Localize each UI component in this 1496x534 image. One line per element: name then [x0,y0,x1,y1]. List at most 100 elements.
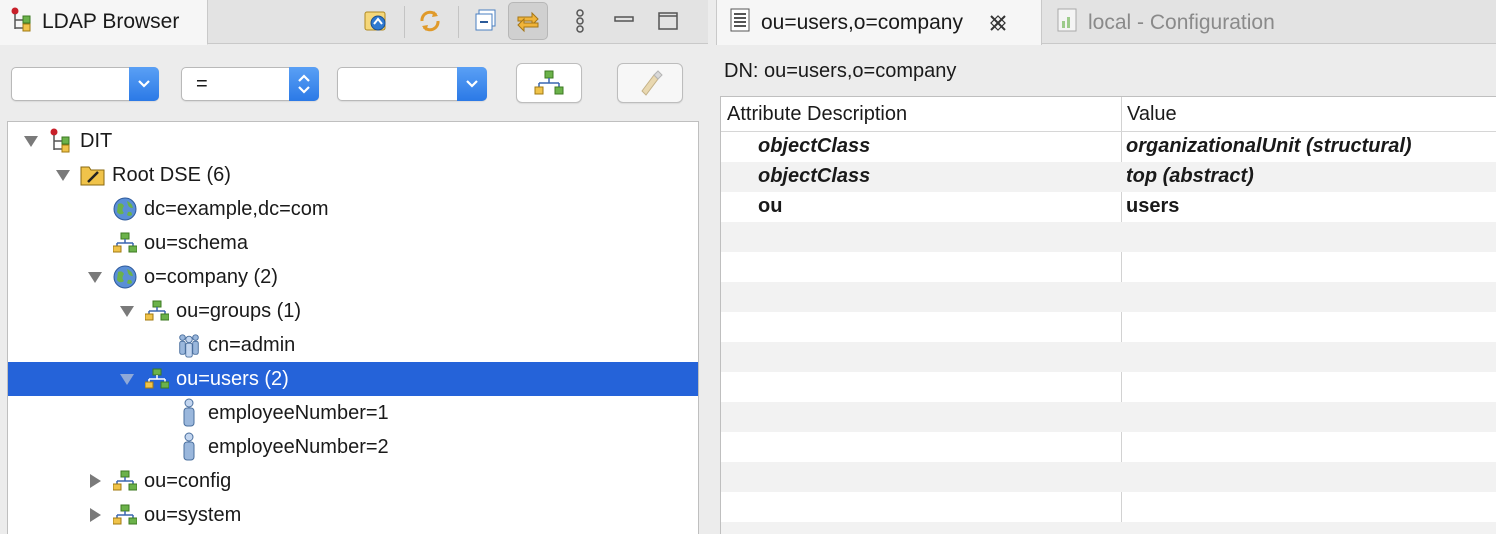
table-row[interactable]: objectClass top (abstract) [721,162,1496,192]
search-tree-icon [534,70,564,95]
twisty-collapsed-icon [86,506,104,524]
ldap-browser-icon [10,7,34,38]
empty-row [721,222,1496,252]
operator-combo[interactable]: = [181,67,319,101]
org-unit-icon [112,502,138,528]
tree-item-dc-example[interactable]: dc=example,dc=com [8,192,698,226]
back-to-parent-button[interactable] [356,2,396,40]
tree-item-ou-config[interactable]: ou=config [8,464,698,498]
refresh-button[interactable] [410,2,450,40]
tree-item-dit[interactable]: DIT [8,124,698,158]
collapse-all-icon [475,9,496,31]
tree-item-label: DIT [80,129,113,152]
empty-row [721,282,1496,312]
tab-entry-editor-label: ou=users,o=company [761,10,963,34]
empty-row [721,252,1496,282]
tree-item-ou-groups[interactable]: ou=groups (1) [8,294,698,328]
attribute-combo[interactable] [11,67,159,101]
tab-local-configuration[interactable]: local - Configuration [1044,0,1344,45]
empty-row [721,342,1496,372]
tree-item-root-dse[interactable]: Root DSE (6) [8,158,698,192]
tree-item-ou-system[interactable]: ou=system [8,498,698,532]
empty-row [721,432,1496,462]
tab-ldap-browser[interactable]: LDAP Browser [0,0,208,45]
tree-item-o-company[interactable]: o=company (2) [8,260,698,294]
maximize-button[interactable] [648,2,688,40]
tree-item-cn-admin[interactable]: cn=admin [8,328,698,362]
refresh-icon [420,10,440,32]
tree-item-label: ou=system [144,503,242,526]
globe-icon [112,264,138,290]
empty-row [721,402,1496,432]
dn-label: DN: ou=users,o=company [724,60,957,82]
tree-item-label: ou=config [144,469,232,492]
operator-combo-value: = [196,73,208,95]
empty-row [721,462,1496,492]
table-row[interactable]: ou users [721,192,1496,222]
maximize-icon [658,12,678,30]
tab-entry-editor[interactable]: ou=users,o=company [716,0,1042,45]
twisty-expanded-icon [22,132,40,150]
left-tab-bar: LDAP Browser [0,0,708,45]
more-vertical-icon [576,9,584,33]
clear-icon [641,70,663,96]
attributes-table[interactable]: Attribute Description Value objectClass … [720,96,1496,534]
root-dse-icon [80,162,106,188]
tree-item-label: ou=groups (1) [176,299,302,322]
attribute-name: objectClass [758,165,871,187]
chevron-up-down-icon [289,67,319,101]
person-icon [176,432,202,461]
org-unit-icon [112,230,138,256]
tree-item-label: employeeNumber=2 [208,435,389,458]
globe-icon [112,196,138,222]
close-icon[interactable] [987,12,1009,34]
attribute-value: organizationalUnit (structural) [1126,135,1412,157]
tree-item-label: employeeNumber=1 [208,401,389,424]
pane-splitter[interactable] [708,0,716,534]
dit-tree[interactable]: DIT Root DSE (6) dc=example,dc=com ou=sc… [7,121,699,534]
ldap-browser-view: LDAP Browser = DIT Root DSE (6) dc=examp… [0,0,708,534]
attribute-value: top (abstract) [1126,165,1254,187]
table-row[interactable]: objectClass organizationalUnit (structur… [721,132,1496,162]
entry-editor: ou=users,o=company local - Configuration… [716,0,1496,534]
attribute-name: objectClass [758,135,871,157]
editor-tab-bar: ou=users,o=company local - Configuration [716,0,1496,45]
person-icon [176,398,202,427]
dit-icon [48,128,74,154]
config-icon [1056,7,1078,39]
twisty-expanded-icon [118,370,136,388]
view-menu-button[interactable] [560,2,600,40]
minimize-icon [614,16,634,22]
table-header: Attribute Description Value [721,97,1496,132]
tree-item-label: ou=schema [144,231,248,254]
org-unit-icon [144,366,170,392]
empty-row [721,492,1496,522]
twisty-expanded-icon [118,302,136,320]
value-combo[interactable] [337,67,487,101]
attribute-name: ou [758,195,783,217]
tree-item-label: dc=example,dc=com [144,197,329,220]
collapse-all-button[interactable] [466,2,506,40]
ldap-browser-window: LDAP Browser = DIT Root DSE (6) dc=examp… [0,0,1496,534]
entry-editor-icon [729,7,751,39]
minimize-button[interactable] [604,2,644,40]
column-header-value[interactable]: Value [1127,103,1177,126]
run-quick-search-button[interactable] [516,63,582,103]
twisty-expanded-icon [86,268,104,286]
tree-item-employee-2[interactable]: employeeNumber=2 [8,430,698,464]
group-icon [176,332,202,358]
empty-row [721,372,1496,402]
tab-ldap-browser-label: LDAP Browser [42,10,180,33]
tree-item-ou-users[interactable]: ou=users (2) [8,362,698,396]
column-header-attribute[interactable]: Attribute Description [727,103,907,126]
link-with-editor-button[interactable] [508,2,548,40]
tree-item-label: Root DSE (6) [112,163,231,186]
empty-row [721,522,1496,534]
clear-quick-search-button[interactable] [617,63,683,103]
org-unit-icon [112,468,138,494]
twisty-expanded-icon [54,166,72,184]
tree-item-ou-schema[interactable]: ou=schema [8,226,698,260]
chevron-down-icon [129,67,159,101]
twisty-collapsed-icon [86,472,104,490]
tree-item-employee-1[interactable]: employeeNumber=1 [8,396,698,430]
